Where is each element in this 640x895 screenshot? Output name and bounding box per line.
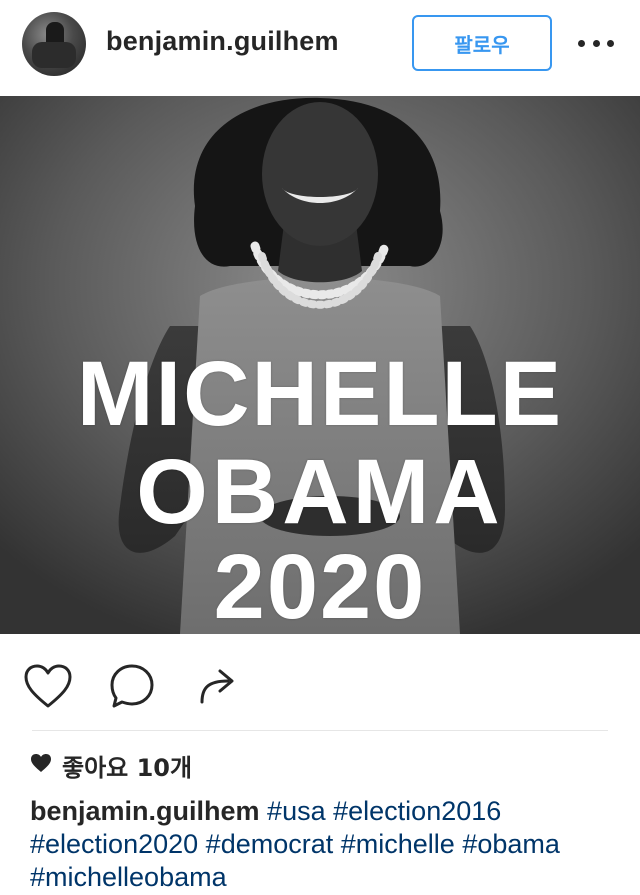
post-header: benjamin.guilhem 팔로우 xyxy=(0,0,640,96)
likes-row[interactable]: 좋아요 10개 xyxy=(30,748,192,782)
heart-filled-icon xyxy=(30,753,52,778)
hashtag-link[interactable]: #election2020 xyxy=(30,829,198,859)
hashtag-link[interactable]: #election2016 xyxy=(333,796,501,826)
hashtag-link[interactable]: #democrat xyxy=(206,829,334,859)
overlay-line-3: 2020 xyxy=(213,536,427,634)
hashtag-link[interactable]: #michelle xyxy=(341,829,455,859)
post-image[interactable]: MICHELLE OBAMA 2020 xyxy=(0,96,640,634)
heart-icon[interactable] xyxy=(22,660,74,712)
overlay-line-1: MICHELLE xyxy=(76,343,564,445)
avatar[interactable] xyxy=(22,12,86,76)
overlay-line-2: OBAMA xyxy=(136,441,504,543)
caption-username[interactable]: benjamin.guilhem xyxy=(30,796,260,826)
share-icon[interactable] xyxy=(190,660,242,712)
post-caption: benjamin.guilhem #usa #election2016 #ele… xyxy=(30,795,620,894)
likes-count[interactable]: 좋아요 10개 xyxy=(62,748,192,783)
hashtag-link[interactable]: #usa xyxy=(267,796,326,826)
more-options-icon[interactable] xyxy=(578,30,614,56)
post-username[interactable]: benjamin.guilhem xyxy=(106,26,339,57)
hashtag-link[interactable]: #michelleobama xyxy=(30,862,227,892)
comment-icon[interactable] xyxy=(106,660,158,712)
follow-button[interactable]: 팔로우 xyxy=(412,15,552,71)
divider xyxy=(32,730,608,731)
avatar-figure-body xyxy=(32,42,76,68)
post-actions xyxy=(0,650,640,722)
hashtag-link[interactable]: #obama xyxy=(462,829,560,859)
